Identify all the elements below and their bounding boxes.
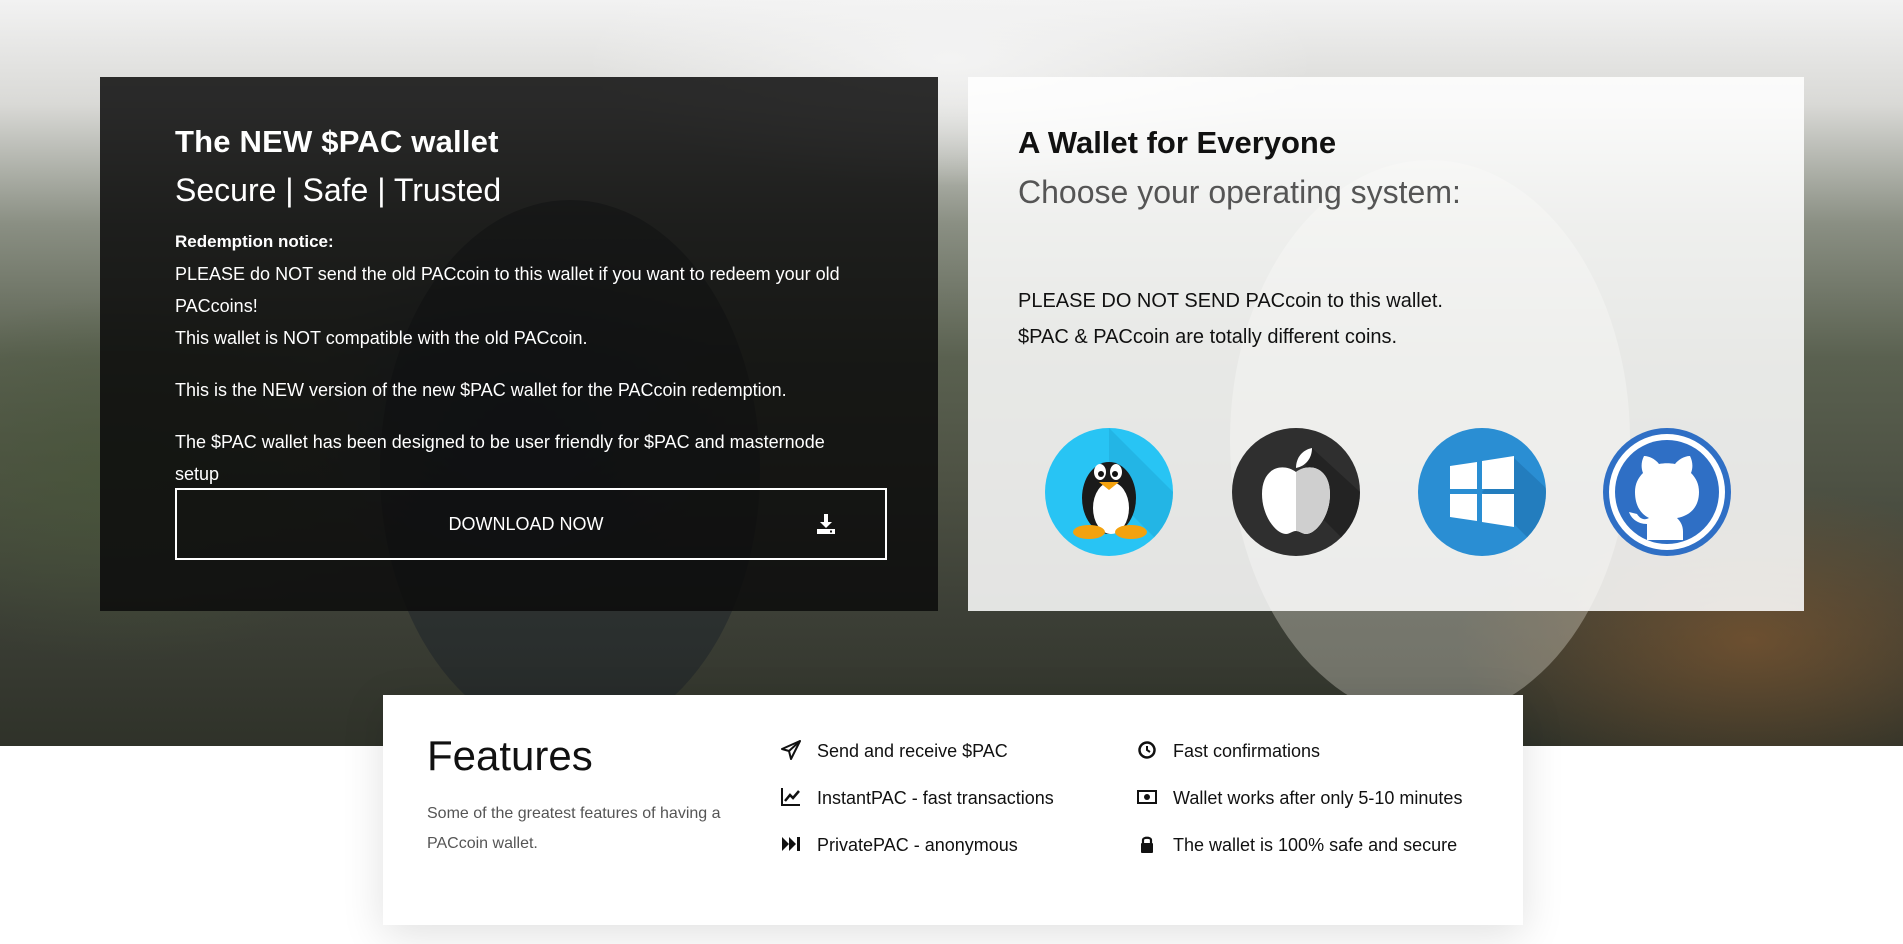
mac-download-button[interactable] — [1232, 428, 1360, 556]
download-now-button[interactable]: DOWNLOAD NOW — [175, 488, 887, 560]
feature-label: The wallet is 100% safe and secure — [1173, 835, 1458, 855]
github-link-button[interactable] — [1603, 428, 1731, 556]
feature-item: Fast confirmations — [1136, 739, 1462, 786]
lock-icon — [1136, 833, 1158, 855]
features-description: Some of the greatest features of having … — [427, 805, 721, 852]
chart-line-icon — [780, 786, 802, 808]
compatibility-note: This wallet is NOT compatible with the o… — [175, 328, 588, 348]
fast-forward-icon — [780, 833, 802, 855]
feature-label: Wallet works after only 5-10 minutes — [1173, 788, 1463, 808]
os-card-subtitle: Choose your operating system: — [1018, 174, 1461, 210]
coin-warning-line1: PLEASE DO NOT SEND PACcoin to this walle… — [1018, 290, 1443, 312]
hero-background: The NEW $PAC wallet Secure | Safe | Trus… — [0, 0, 1903, 746]
feature-label: PrivatePAC - anonymous — [817, 835, 1018, 855]
feature-item: Send and receive $PAC — [780, 739, 1054, 786]
coin-warning-line2: $PAC & PACcoin are totally different coi… — [1018, 326, 1398, 348]
wallet-title: The NEW $PAC wallet — [175, 124, 499, 159]
windows-icon — [1450, 456, 1546, 556]
features-column-2: Fast confirmations Wallet works after on… — [1136, 739, 1462, 880]
wallet-subtitle: Secure | Safe | Trusted — [175, 172, 502, 208]
version-paragraph: This is the NEW version of the new $PAC … — [175, 380, 787, 400]
clock-icon — [1136, 739, 1158, 761]
feature-label: Send and receive $PAC — [817, 741, 1008, 761]
feature-label: Fast confirmations — [1173, 741, 1321, 761]
windows-download-button[interactable] — [1418, 428, 1546, 556]
apple-icon — [1262, 448, 1360, 556]
linux-download-button[interactable] — [1045, 428, 1173, 556]
design-paragraph: The $PAC wallet has been designed to be … — [175, 432, 825, 484]
feature-label: InstantPAC - fast transactions — [817, 788, 1054, 808]
coin-warning: PLEASE DO NOT SEND PACcoin to this walle… — [1018, 283, 1443, 355]
github-icon — [1609, 434, 1725, 550]
features-title: Features — [427, 732, 593, 779]
download-icon — [817, 514, 835, 534]
redemption-notice-title: Redemption notice: — [175, 232, 334, 251]
features-column-1: Send and receive $PAC InstantPAC - fast … — [780, 739, 1054, 880]
feature-item: Wallet works after only 5-10 minutes — [1136, 786, 1462, 833]
money-bill-icon — [1136, 786, 1158, 808]
features-section: Features Some of the greatest features o… — [383, 695, 1523, 925]
os-icon-row — [1045, 428, 1785, 558]
linux-icon — [1073, 428, 1173, 556]
feature-item: InstantPAC - fast transactions — [780, 786, 1054, 833]
os-card-title: A Wallet for Everyone — [1018, 125, 1337, 160]
redemption-notice-text: PLEASE do NOT send the old PACcoin to th… — [175, 264, 840, 316]
download-now-label: DOWNLOAD NOW — [448, 514, 604, 534]
feature-item: PrivatePAC - anonymous — [780, 833, 1054, 880]
wallet-intro-card: The NEW $PAC wallet Secure | Safe | Trus… — [100, 77, 938, 611]
feature-item: The wallet is 100% safe and secure — [1136, 833, 1462, 880]
paper-plane-icon — [780, 739, 802, 761]
os-selection-card: A Wallet for Everyone Choose your operat… — [968, 77, 1804, 611]
